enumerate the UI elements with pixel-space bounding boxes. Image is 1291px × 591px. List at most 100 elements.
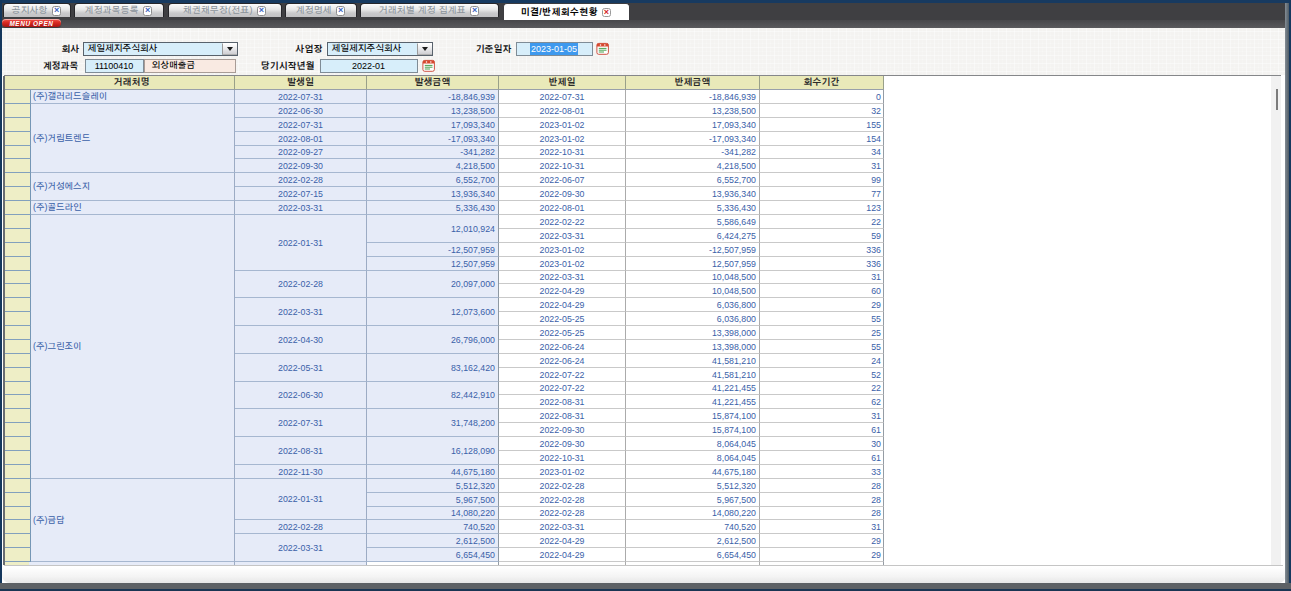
- tab-close-icon[interactable]: ×: [336, 6, 346, 16]
- days-cell[interactable]: 31: [760, 271, 884, 284]
- vendor-cell[interactable]: (주)골드라인: [29, 201, 235, 215]
- column-header-vendor[interactable]: 거래처명: [29, 76, 235, 90]
- days-cell[interactable]: 29: [760, 548, 884, 562]
- row-selector-cell[interactable]: [5, 257, 31, 271]
- days-cell[interactable]: 336: [760, 243, 884, 257]
- repay-amount-cell[interactable]: 5,336,430: [626, 201, 760, 215]
- occur-amount-cell[interactable]: 6,654,450: [367, 548, 499, 562]
- occur-amount-cell[interactable]: 82,442,910: [367, 382, 499, 409]
- row-selector-cell[interactable]: [5, 312, 31, 326]
- row-selector-cell[interactable]: [5, 271, 31, 284]
- row-selector-cell[interactable]: [5, 326, 31, 340]
- occur-date-cell[interactable]: 2022-09-30: [235, 159, 367, 173]
- repay-amount-cell[interactable]: 15,874,100: [626, 423, 760, 437]
- days-cell[interactable]: 29: [760, 534, 884, 548]
- days-cell[interactable]: 22: [760, 215, 884, 229]
- repay-amount-cell[interactable]: -18,846,939: [626, 90, 760, 104]
- column-header-occur_amount[interactable]: 발생금액: [367, 76, 499, 90]
- row-selector-cell[interactable]: [5, 354, 31, 368]
- occur-date-cell[interactable]: 2022-07-31: [235, 409, 367, 437]
- repay-amount-cell[interactable]: 14,080,220: [626, 507, 760, 520]
- row-selector-cell[interactable]: [5, 534, 31, 548]
- occur-date-cell[interactable]: 2022-07-31: [235, 90, 367, 104]
- row-selector-cell[interactable]: [5, 395, 31, 409]
- repay-date-cell[interactable]: 2022-05-25: [499, 312, 626, 326]
- days-cell[interactable]: 30: [760, 437, 884, 451]
- row-selector-cell[interactable]: [5, 201, 31, 215]
- repay-date-cell[interactable]: 2022-09-30: [499, 423, 626, 437]
- occur-date-cell[interactable]: 2022-11-30: [235, 465, 367, 479]
- start-month-input[interactable]: 2022-01: [320, 59, 418, 73]
- repay-amount-cell[interactable]: -12,507,959: [626, 243, 760, 257]
- repay-amount-cell[interactable]: 4,218,500: [626, 159, 760, 173]
- repay-amount-cell[interactable]: 5,967,500: [626, 493, 760, 507]
- repay-amount-cell[interactable]: 2,612,500: [626, 534, 760, 548]
- repay-amount-cell[interactable]: 41,581,210: [626, 354, 760, 368]
- days-cell[interactable]: 29: [760, 298, 884, 312]
- tab-4[interactable]: 계정명세×: [285, 3, 357, 17]
- repay-date-cell[interactable]: 2022-08-31: [499, 395, 626, 409]
- repay-date-cell[interactable]: 2022-10-31: [499, 451, 626, 465]
- days-cell[interactable]: 28: [760, 479, 884, 493]
- row-selector-cell[interactable]: [5, 423, 31, 437]
- repay-date-cell[interactable]: 2022-04-29: [499, 298, 626, 312]
- row-selector-cell[interactable]: [5, 229, 31, 243]
- days-cell[interactable]: 31: [760, 409, 884, 423]
- occur-amount-cell[interactable]: -12,507,959: [367, 243, 499, 257]
- repay-amount-cell[interactable]: 15,874,100: [626, 409, 760, 423]
- occur-date-cell[interactable]: 2022-03-31: [235, 534, 367, 562]
- account-code-input[interactable]: 11100410: [85, 59, 144, 73]
- row-selector-cell[interactable]: [5, 118, 31, 132]
- base-date-calendar-icon[interactable]: [596, 42, 609, 55]
- occur-date-cell[interactable]: 2022-05-31: [235, 354, 367, 382]
- company-select[interactable]: 제일제지주식회사: [83, 42, 238, 56]
- row-selector-cell[interactable]: [5, 507, 31, 520]
- row-selector-cell[interactable]: [5, 451, 31, 465]
- days-cell[interactable]: 99: [760, 173, 884, 187]
- repay-amount-cell[interactable]: -17,093,340: [626, 132, 760, 146]
- occur-amount-cell[interactable]: 44,675,180: [367, 465, 499, 479]
- repay-amount-cell[interactable]: 6,654,450: [626, 548, 760, 562]
- repay-amount-cell[interactable]: 740,520: [626, 520, 760, 534]
- days-cell[interactable]: 32: [760, 104, 884, 118]
- occur-amount-cell[interactable]: 17,093,340: [367, 118, 499, 132]
- start-month-calendar-icon[interactable]: [422, 59, 435, 72]
- vendor-cell[interactable]: (주)거성에스지: [29, 173, 235, 201]
- occur-amount-cell[interactable]: 5,967,500: [367, 493, 499, 507]
- column-header-occur_date[interactable]: 발생일: [235, 76, 367, 90]
- days-cell[interactable]: 52: [760, 368, 884, 382]
- occur-amount-cell[interactable]: -17,093,340: [367, 132, 499, 146]
- site-dropdown-button[interactable]: [417, 43, 432, 55]
- occur-date-cell[interactable]: 2022-09-27: [235, 146, 367, 159]
- column-header-selector[interactable]: [5, 76, 31, 90]
- days-cell[interactable]: 33: [760, 465, 884, 479]
- vendor-cell[interactable]: (주)거림트렌드: [29, 104, 235, 173]
- site-select[interactable]: 제일제지주식회사: [327, 42, 433, 56]
- row-selector-cell[interactable]: [5, 409, 31, 423]
- days-cell[interactable]: 31: [760, 520, 884, 534]
- occur-date-cell[interactable]: 2022-07-31: [235, 118, 367, 132]
- days-cell[interactable]: 77: [760, 187, 884, 201]
- tab-5[interactable]: 거래처별 계정 집계표×: [360, 3, 499, 17]
- repay-amount-cell[interactable]: 12,507,959: [626, 257, 760, 271]
- days-cell[interactable]: 62: [760, 395, 884, 409]
- row-selector-cell[interactable]: [5, 90, 31, 104]
- column-header-repay_date[interactable]: 반제일: [499, 76, 626, 90]
- occur-amount-cell[interactable]: 26,796,000: [367, 326, 499, 354]
- repay-date-cell[interactable]: 2022-03-31: [499, 271, 626, 284]
- repay-date-cell[interactable]: 2022-03-31: [499, 520, 626, 534]
- days-cell[interactable]: 0: [760, 90, 884, 104]
- repay-date-cell[interactable]: 2022-10-31: [499, 159, 626, 173]
- days-cell[interactable]: 31: [760, 159, 884, 173]
- repay-amount-cell[interactable]: 6,552,700: [626, 173, 760, 187]
- repay-amount-cell[interactable]: 5,512,320: [626, 479, 760, 493]
- days-cell[interactable]: 55: [760, 340, 884, 354]
- repay-amount-cell[interactable]: 10,048,500: [626, 284, 760, 298]
- repay-amount-cell[interactable]: 41,581,210: [626, 368, 760, 382]
- days-cell[interactable]: 55: [760, 312, 884, 326]
- occur-amount-cell[interactable]: 20,097,000: [367, 271, 499, 298]
- days-cell[interactable]: 22: [760, 382, 884, 395]
- days-cell[interactable]: 123: [760, 201, 884, 215]
- row-selector-cell[interactable]: [5, 298, 31, 312]
- repay-date-cell[interactable]: 2022-07-31: [499, 90, 626, 104]
